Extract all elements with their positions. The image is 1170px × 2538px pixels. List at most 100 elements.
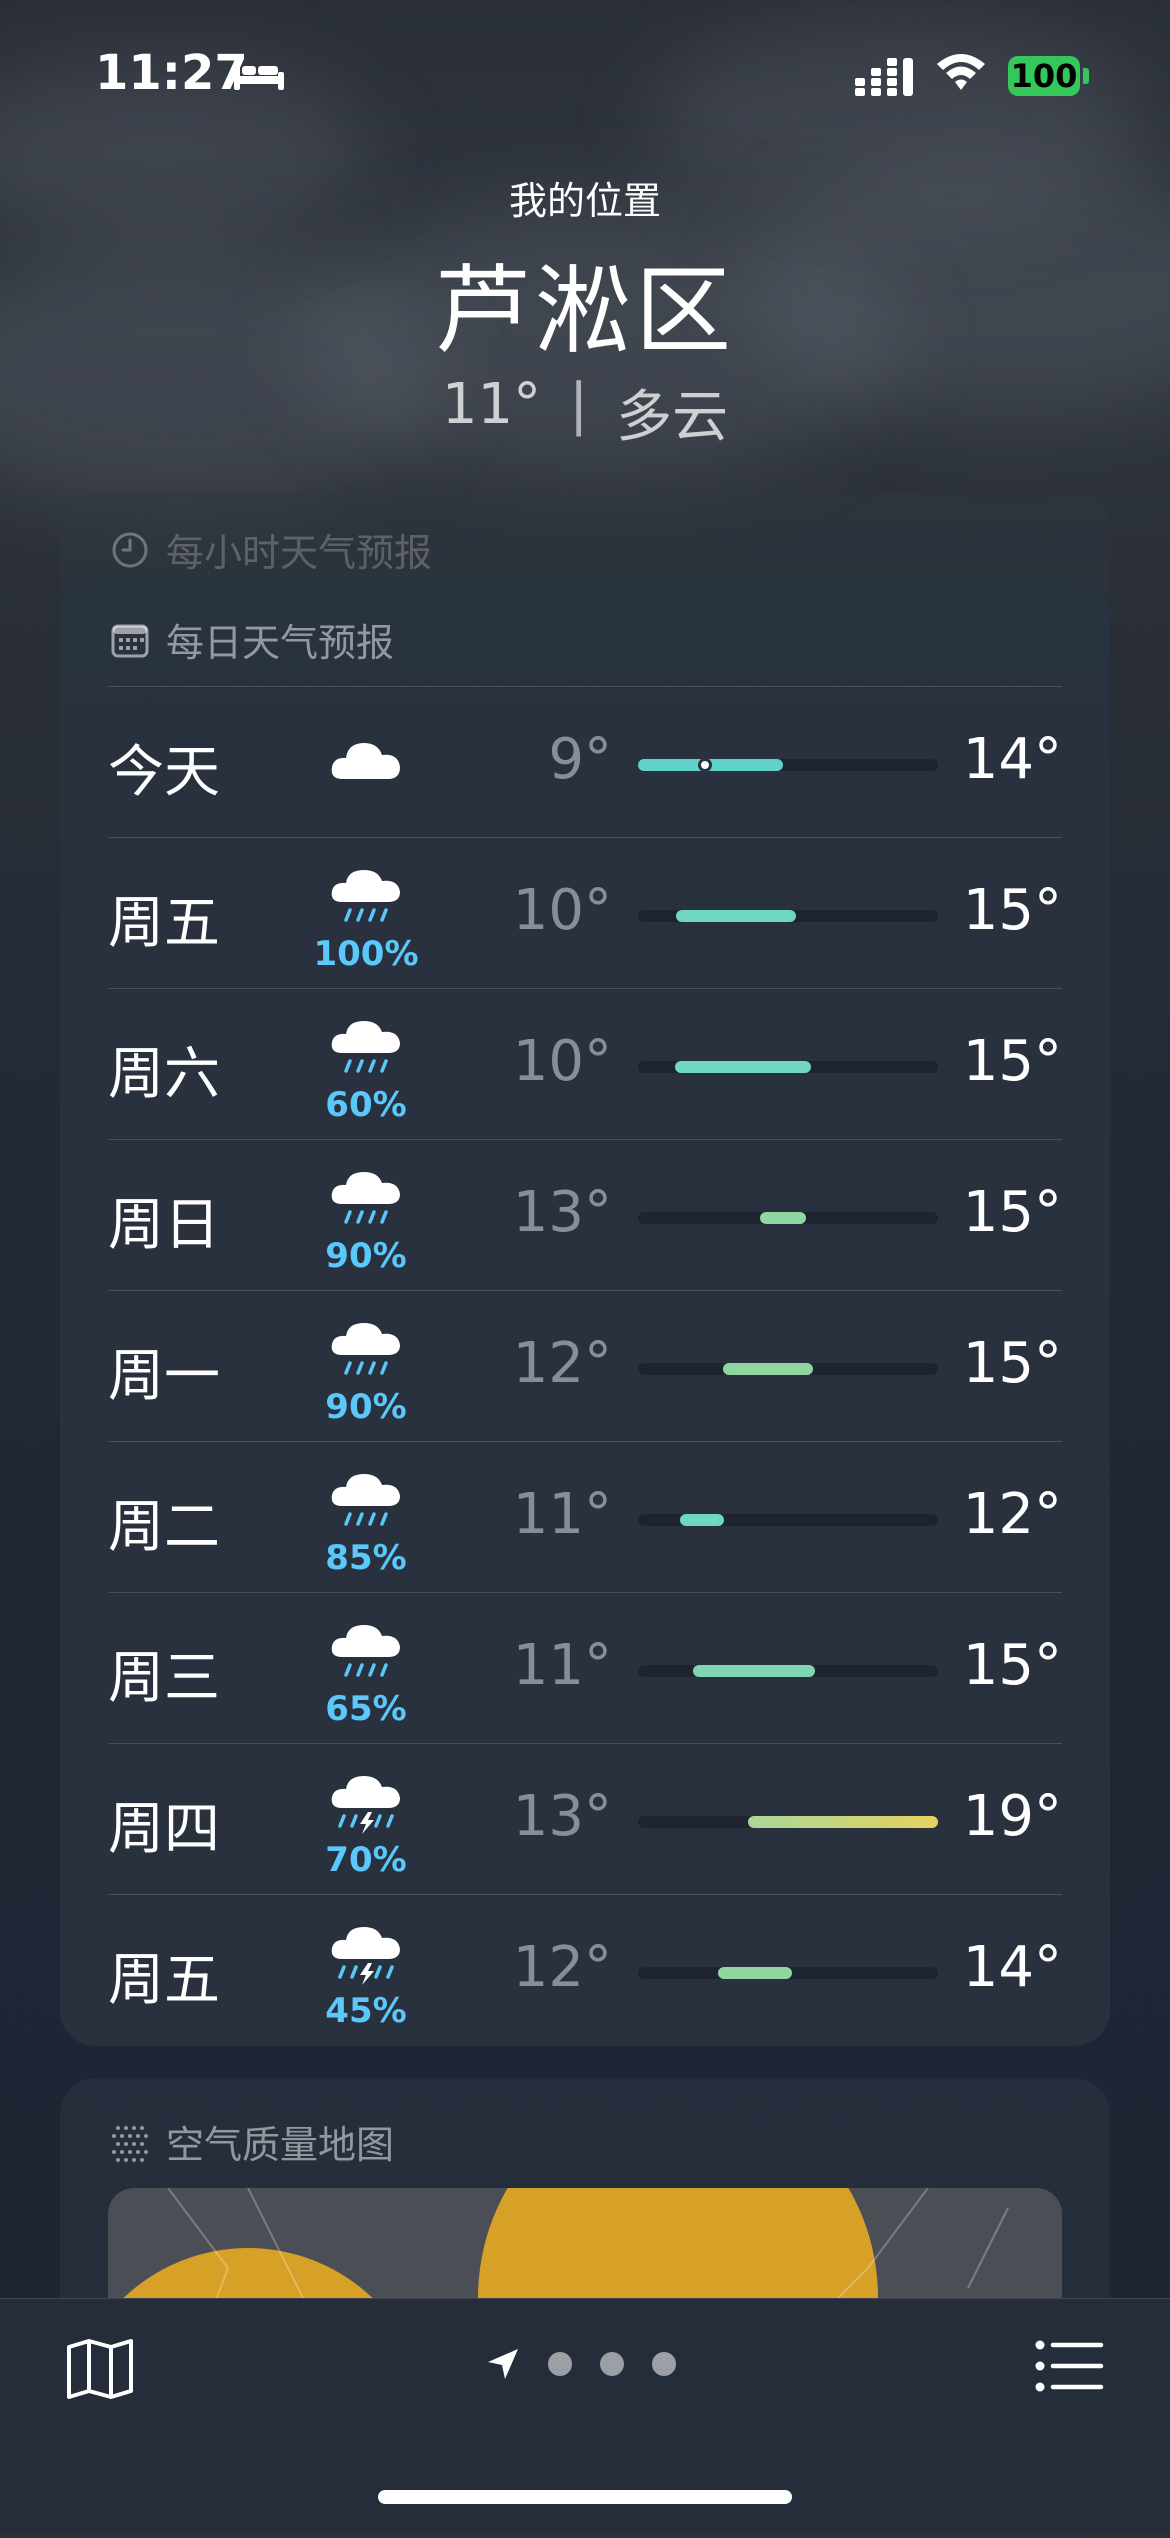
forecast-day: 周五: [108, 891, 220, 956]
city-name: 芦淞区: [435, 255, 735, 367]
home-indicator[interactable]: [378, 2490, 792, 2504]
thunderstorm-icon: [331, 1776, 400, 1834]
temperature-range-fill: [680, 1514, 724, 1526]
daily-forecast-title: 每日天气预报: [166, 621, 395, 665]
forecast-high: 14°: [962, 727, 1062, 792]
map-icon[interactable]: [65, 2337, 135, 2401]
forecast-row[interactable]: 周日 90% 13° 15°: [108, 1139, 1062, 1290]
rain-cloud-icon: [331, 870, 400, 922]
temperature-range-fill: [723, 1363, 813, 1375]
forecast-high: 15°: [962, 1180, 1062, 1245]
hourly-forecast-title: 每小时天气预报: [166, 531, 433, 575]
cloud-icon: [331, 743, 400, 779]
forecast-low: 11°: [512, 1482, 612, 1547]
page-dot[interactable]: [548, 2352, 572, 2376]
calendar-icon: [111, 624, 149, 657]
forecast-low: 10°: [512, 1029, 612, 1094]
forecast-row[interactable]: 周一 90% 12° 15°: [108, 1290, 1062, 1441]
rain-cloud-icon: [331, 1323, 400, 1375]
forecast-day: 周一: [108, 1344, 220, 1409]
forecast-precip: 90%: [325, 1236, 407, 1276]
page-dot[interactable]: [652, 2352, 676, 2376]
rain-cloud-icon: [331, 1625, 400, 1677]
current-temperature: 11°: [441, 372, 542, 437]
forecast-row[interactable]: 周三 65% 11° 15°: [108, 1592, 1062, 1743]
forecast-low: 12°: [512, 1331, 612, 1396]
forecast-precip: 100%: [313, 934, 419, 974]
air-quality-title: 空气质量地图: [166, 2123, 395, 2167]
page-dot[interactable]: [600, 2352, 624, 2376]
temperature-range-bar: [638, 1816, 938, 1828]
temperature-range-bar: [638, 1665, 938, 1677]
daily-forecast-header: 每日天气预报: [110, 612, 394, 667]
temperature-range-fill: [675, 1061, 811, 1073]
forecast-precip: 65%: [325, 1689, 407, 1729]
current-summary: 11° | 多云: [0, 372, 1170, 453]
daily-forecast-card[interactable]: 每日天气预报 今天 9° 14° 周五 100% 10° 15° 周六 60% …: [60, 576, 1110, 2046]
temperature-range-bar: [638, 1514, 938, 1526]
forecast-precip: 45%: [325, 1991, 407, 2031]
forecast-high: 15°: [962, 1331, 1062, 1396]
forecast-high: 12°: [962, 1482, 1062, 1547]
location-arrow-icon[interactable]: [486, 2347, 520, 2381]
forecast-precip: 85%: [325, 1538, 407, 1578]
location-label: 我的位置: [508, 179, 661, 223]
air-quality-dots-icon: [112, 2125, 148, 2162]
page-indicator[interactable]: [486, 2347, 676, 2381]
temperature-range-fill: [760, 1212, 806, 1224]
temperature-range-fill: [676, 910, 796, 922]
forecast-day: 周六: [108, 1042, 220, 1107]
status-bar: 11:27 100: [0, 0, 1170, 150]
battery-indicator: 100: [1008, 56, 1080, 96]
temperature-range-fill: [748, 1816, 938, 1828]
forecast-day: 周三: [108, 1646, 220, 1711]
forecast-low: 11°: [512, 1633, 612, 1698]
thunderstorm-icon: [331, 1927, 400, 1985]
forecast-high: 19°: [962, 1784, 1062, 1849]
forecast-low: 13°: [512, 1180, 612, 1245]
wifi-icon: [937, 54, 985, 90]
location-header: 我的位置 芦淞区 11° | 多云: [0, 170, 1170, 453]
forecast-day: 周日: [108, 1193, 220, 1258]
forecast-high: 14°: [962, 1935, 1062, 2000]
air-quality-header: 空气质量地图: [110, 2114, 394, 2169]
forecast-low: 10°: [512, 878, 612, 943]
forecast-row[interactable]: 周五 100% 10° 15°: [108, 837, 1062, 988]
forecast-row[interactable]: 周四 70% 13° 19°: [108, 1743, 1062, 1894]
forecast-high: 15°: [962, 878, 1062, 943]
forecast-high: 15°: [962, 1029, 1062, 1094]
summary-separator: |: [569, 372, 589, 437]
hourly-forecast-header: 每小时天气预报: [110, 522, 432, 577]
temperature-range-bar: [638, 1212, 938, 1224]
forecast-row-today[interactable]: 今天 9° 14°: [108, 686, 1062, 837]
temperature-range-bar: [638, 758, 938, 772]
forecast-low: 12°: [512, 1935, 612, 2000]
forecast-high: 15°: [962, 1633, 1062, 1698]
rain-cloud-icon: [331, 1474, 400, 1526]
rain-cloud-icon: [331, 1172, 400, 1224]
temperature-range-bar: [638, 1363, 938, 1375]
battery-tip: [1083, 68, 1089, 84]
forecast-day: 周二: [108, 1495, 220, 1560]
daily-forecast-list: 今天 9° 14° 周五 100% 10° 15° 周六 60% 10° 15°…: [108, 686, 1062, 2045]
current-temperature-marker: [698, 758, 712, 772]
forecast-day: 周五: [108, 1948, 220, 2013]
sleep-focus-icon: [234, 60, 284, 90]
forecast-day: 今天: [108, 740, 220, 805]
cellular-signal-icon: [855, 58, 913, 96]
forecast-row[interactable]: 周二 85% 11° 12°: [108, 1441, 1062, 1592]
forecast-row[interactable]: 周六 60% 10° 15°: [108, 988, 1062, 1139]
list-icon[interactable]: [1035, 2339, 1105, 2393]
clock-icon: [112, 532, 148, 567]
temperature-range-fill: [693, 1665, 815, 1677]
forecast-precip: 70%: [325, 1840, 407, 1880]
forecast-day: 周四: [108, 1797, 220, 1862]
temperature-range-bar: [638, 1061, 938, 1073]
forecast-precip: 90%: [325, 1387, 407, 1427]
forecast-row[interactable]: 周五 45% 12° 14°: [108, 1894, 1062, 2045]
temperature-range-bar: [638, 1967, 938, 1979]
forecast-precip: 60%: [325, 1085, 407, 1125]
temperature-range-fill: [718, 1967, 792, 1979]
forecast-low: 13°: [512, 1784, 612, 1849]
current-condition: 多云: [616, 385, 729, 450]
